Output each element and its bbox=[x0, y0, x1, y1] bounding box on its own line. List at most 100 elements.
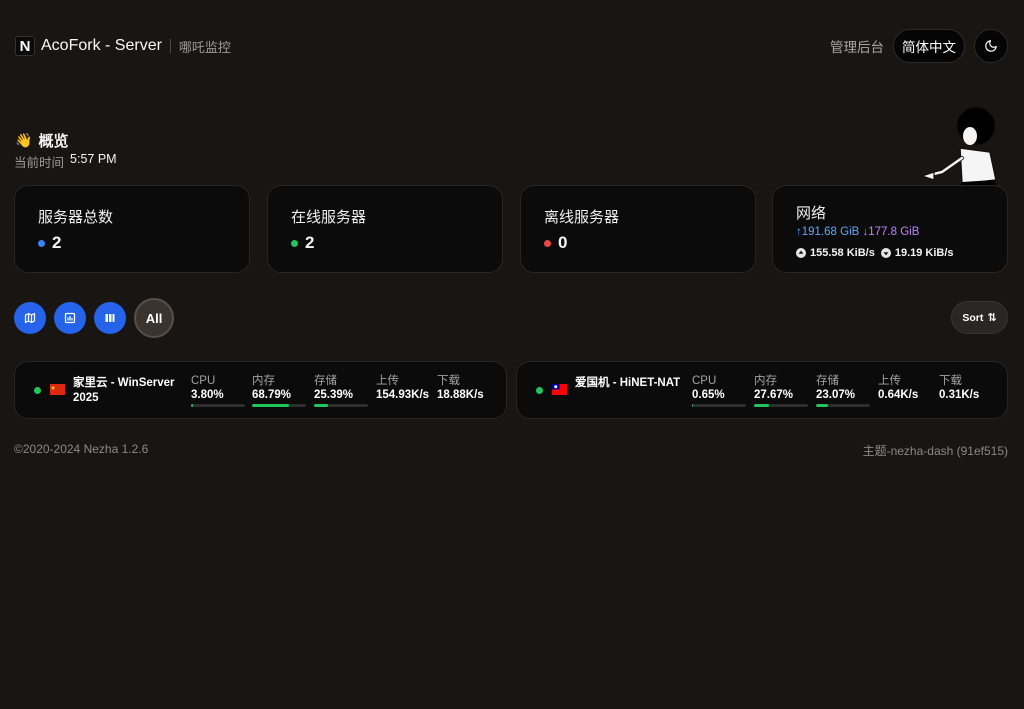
total-servers-value-row: 2 bbox=[38, 233, 61, 253]
site-subtitle: 哪吒监控 bbox=[178, 39, 231, 55]
download-metric: 下载 0.31K/s bbox=[939, 374, 979, 403]
memory-label: 内存 bbox=[252, 375, 275, 387]
total-servers-card[interactable]: 服务器总数 2 bbox=[14, 185, 250, 273]
download-metric: 下载 18.88K/s bbox=[437, 374, 484, 403]
network-title: 网络 bbox=[796, 205, 827, 222]
offline-servers-card[interactable]: 离线服务器 0 bbox=[520, 185, 756, 273]
sort-arrows-icon: ⇅ bbox=[987, 312, 997, 324]
map-view-button[interactable] bbox=[14, 302, 46, 334]
header-actions: 管理后台 简体中文 bbox=[830, 29, 1008, 63]
memory-label: 内存 bbox=[754, 375, 777, 387]
columns-icon bbox=[105, 314, 115, 322]
network-card: 网络 ↑191.68 GiB ↓177.8 GiB 155.58 KiB/s 1… bbox=[772, 185, 1008, 273]
download-speed-icon bbox=[880, 248, 891, 258]
download-value: 18.88K/s bbox=[437, 389, 484, 401]
upload-total: ↑191.68 GiB bbox=[796, 226, 860, 238]
online-dot-icon bbox=[34, 387, 41, 394]
server-name: 爱国机 - HiNET-NAT bbox=[575, 377, 681, 389]
cpu-metric: CPU 3.80% bbox=[191, 374, 245, 407]
download-label: 下载 bbox=[437, 375, 460, 387]
chart-view-button[interactable] bbox=[54, 302, 86, 334]
columns-view-button[interactable] bbox=[94, 302, 126, 334]
moon-icon bbox=[985, 40, 997, 52]
online-servers-value-row: 2 bbox=[291, 233, 314, 253]
disk-bar bbox=[816, 404, 870, 407]
memory-bar-fill bbox=[754, 404, 769, 407]
disk-label: 存储 bbox=[816, 375, 839, 387]
footer-theme[interactable]: 主题-nezha-dash (91ef515) bbox=[863, 442, 1008, 459]
cpu-value: 0.65% bbox=[692, 389, 725, 401]
sort-button[interactable]: Sort ⇅ bbox=[951, 301, 1008, 334]
disk-metric: 存储 25.39% bbox=[314, 374, 368, 407]
memory-value: 27.67% bbox=[754, 389, 794, 401]
disk-label: 存储 bbox=[314, 375, 337, 387]
memory-bar-fill bbox=[252, 404, 290, 407]
time-label: 当前时间 bbox=[14, 156, 65, 170]
footer-copyright: ©2020-2024 Nezha 1.2.6 bbox=[14, 442, 149, 456]
time-value: 5:57 PM bbox=[70, 152, 117, 166]
memory-bar bbox=[754, 404, 808, 407]
brand[interactable]: N AcoFork - Server 哪吒监控 bbox=[15, 36, 231, 56]
download-label: 下载 bbox=[939, 375, 962, 387]
language-button[interactable]: 简体中文 bbox=[893, 29, 965, 63]
server-card[interactable]: 家里云 - WinServer 2025 CPU 3.80% 内存 68.79%… bbox=[14, 361, 507, 419]
network-traffic: ↑191.68 GiB ↓177.8 GiB bbox=[796, 226, 919, 238]
overview-heading: 👋 概览 bbox=[15, 130, 68, 151]
offline-servers-value: 0 bbox=[558, 233, 568, 252]
cpu-bar bbox=[692, 404, 746, 407]
site-title: AcoFork - Server bbox=[41, 37, 162, 54]
upload-value: 0.64K/s bbox=[878, 389, 919, 401]
disk-value: 25.39% bbox=[314, 389, 354, 401]
upload-speed-icon bbox=[796, 248, 806, 258]
nezha-logo-icon: N bbox=[15, 36, 35, 56]
offline-servers-title: 离线服务器 bbox=[544, 209, 620, 226]
offline-servers-value-row: 0 bbox=[544, 233, 567, 253]
cpu-bar-fill bbox=[191, 404, 194, 407]
cn-flag-icon bbox=[50, 384, 65, 395]
download-value: 0.31K/s bbox=[939, 389, 980, 401]
upload-value: 154.93K/s bbox=[376, 389, 430, 401]
sort-label: Sort bbox=[962, 311, 984, 324]
cpu-metric: CPU 0.65% bbox=[692, 374, 746, 407]
disk-value: 23.07% bbox=[816, 389, 856, 401]
disk-bar-fill bbox=[314, 404, 328, 407]
disk-metric: 存储 23.07% bbox=[816, 374, 870, 407]
upload-label: 上传 bbox=[376, 375, 399, 387]
waving-hand-icon: 👋 bbox=[15, 132, 33, 148]
server-card[interactable]: 爱国机 - HiNET-NAT CPU 0.65% 内存 27.67% 存储 2… bbox=[516, 361, 1008, 419]
filter-all-button[interactable]: All bbox=[134, 298, 174, 338]
cpu-label: CPU bbox=[692, 375, 717, 387]
disk-bar-fill bbox=[816, 404, 829, 407]
memory-metric: 内存 68.79% bbox=[252, 374, 306, 407]
online-servers-value: 2 bbox=[305, 233, 315, 252]
network-speed: 155.58 KiB/s 19.19 KiB/s bbox=[796, 247, 954, 259]
tw-flag-icon bbox=[552, 384, 567, 395]
cpu-value: 3.80% bbox=[191, 389, 224, 401]
total-servers-value: 2 bbox=[52, 233, 62, 252]
memory-bar bbox=[252, 404, 306, 407]
theme-toggle-button[interactable] bbox=[974, 29, 1008, 63]
online-servers-title: 在线服务器 bbox=[291, 209, 367, 226]
cpu-bar bbox=[191, 404, 245, 407]
title-separator bbox=[169, 39, 171, 53]
status-dot-icon bbox=[291, 239, 298, 247]
status-dot-icon bbox=[544, 239, 551, 247]
status-dot-icon bbox=[38, 239, 45, 247]
online-servers-card[interactable]: 在线服务器 2 bbox=[267, 185, 503, 273]
memory-metric: 内存 27.67% bbox=[754, 374, 808, 407]
upload-metric: 上传 154.93K/s bbox=[376, 374, 429, 403]
online-dot-icon bbox=[536, 387, 543, 394]
download-speed: 19.19 KiB/s bbox=[894, 247, 954, 259]
disk-bar bbox=[314, 404, 368, 407]
memory-value: 68.79% bbox=[252, 389, 292, 401]
total-servers-title: 服务器总数 bbox=[38, 209, 114, 226]
admin-link[interactable]: 管理后台 bbox=[830, 36, 884, 56]
header: N AcoFork - Server 哪吒监控 管理后台 简体中文 bbox=[0, 0, 1024, 92]
map-icon bbox=[24, 312, 36, 324]
current-time: 当前时间 5:57 PM bbox=[14, 152, 117, 171]
download-total: ↓177.8 GiB bbox=[862, 226, 920, 238]
server-name: 家里云 - WinServer 2025 bbox=[73, 377, 175, 404]
cpu-label: CPU bbox=[191, 375, 216, 387]
upload-metric: 上传 0.64K/s bbox=[878, 374, 918, 403]
upload-label: 上传 bbox=[878, 375, 901, 387]
